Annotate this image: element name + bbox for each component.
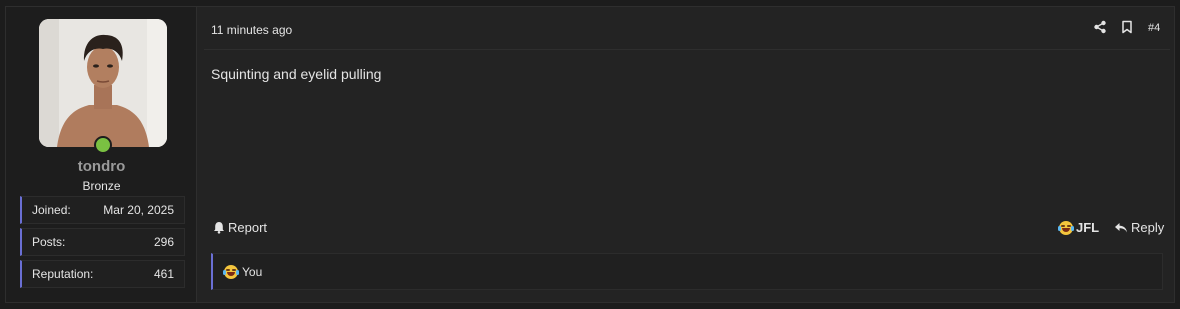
laughing-crying-emoji-icon bbox=[1058, 220, 1074, 235]
post-number[interactable]: #4 bbox=[1148, 22, 1160, 34]
stat-label: Posts: bbox=[32, 235, 66, 249]
reply-arrow-icon bbox=[1115, 222, 1127, 232]
reactions-bar[interactable]: You bbox=[211, 253, 1163, 290]
stat-label: Reputation: bbox=[32, 267, 94, 281]
react-button[interactable]: JFL bbox=[1058, 220, 1100, 235]
post-timestamp[interactable]: 11 minutes ago bbox=[211, 23, 292, 37]
header-divider bbox=[204, 49, 1170, 50]
avatar[interactable] bbox=[39, 19, 167, 147]
bookmark-icon[interactable] bbox=[1120, 20, 1134, 34]
stat-value: Mar 20, 2025 bbox=[103, 203, 174, 217]
stat-joined: Joined: Mar 20, 2025 bbox=[20, 196, 185, 224]
username[interactable]: tondro bbox=[6, 158, 197, 175]
post-message: Squinting and eyelid pulling bbox=[211, 66, 382, 82]
stat-posts: Posts: 296 bbox=[20, 228, 185, 256]
laughing-crying-emoji-icon bbox=[223, 264, 239, 279]
stat-value: 461 bbox=[153, 267, 174, 281]
stat-reputation: Reputation: 461 bbox=[20, 260, 185, 288]
bell-icon bbox=[214, 222, 224, 234]
stat-label: Joined: bbox=[32, 203, 71, 217]
share-icon[interactable] bbox=[1093, 20, 1107, 34]
report-button[interactable]: Report bbox=[213, 220, 267, 235]
user-sidebar: tondro Bronze Joined: Mar 20, 2025 Posts… bbox=[6, 7, 197, 302]
reply-label: Reply bbox=[1131, 220, 1165, 235]
react-label: JFL bbox=[1076, 220, 1100, 235]
reply-button[interactable]: Reply bbox=[1114, 220, 1164, 235]
post-container: tondro Bronze Joined: Mar 20, 2025 Posts… bbox=[5, 6, 1175, 303]
avatar-image bbox=[39, 19, 167, 147]
online-status-indicator bbox=[94, 136, 112, 154]
stat-value: 296 bbox=[153, 235, 174, 249]
reactors-list[interactable]: You bbox=[242, 265, 262, 279]
user-title: Bronze bbox=[82, 179, 121, 193]
report-label: Report bbox=[228, 220, 268, 235]
